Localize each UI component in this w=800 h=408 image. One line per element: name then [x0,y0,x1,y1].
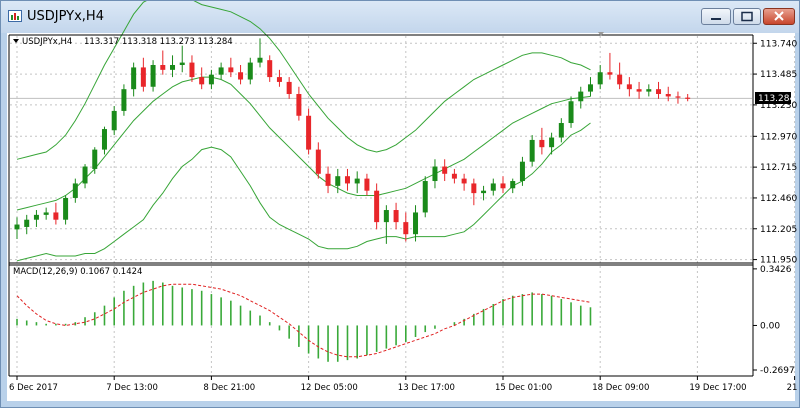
price-tick-label: 113.485 [760,70,797,80]
time-tick-label: 12 Dec 05:00 [301,383,358,393]
time-tick-label: 18 Dec 09:00 [592,383,649,393]
time-tick-label: 7 Dec 13:00 [106,383,158,393]
time-tick-label: 13 Dec 17:00 [398,383,455,393]
macd-tick-label: -0.2697 [760,366,795,376]
chart-symbol-label: USDJPYx,H4 [22,37,72,47]
time-tick-label: 15 Dec 01:00 [495,383,552,393]
price-tick-label: 113.740 [760,39,797,49]
ohlc-header: 113.317 113.318 113.273 113.284 [84,37,233,47]
chart-window: USDJPYx,H4 113.740 113.485 113.230 112.970 1… [0,0,800,408]
current-price-label: 113.284 [758,94,795,104]
price-tick-label: 112.205 [760,225,797,235]
time-tick-label: 19 Dec 17:00 [689,383,746,393]
time-tick-label: 21 Dec 01:00 [787,383,799,393]
time-tick-label: 6 Dec 2017 [9,383,58,393]
macd-tick-label: 0.00 [760,321,780,331]
chart-background [7,33,795,401]
macd-tick-label: 0.3426 [760,265,792,275]
price-tick-label: 112.460 [760,194,797,204]
current-price-marker: 113.284 [755,92,795,104]
chart-canvas: 113.740113.485113.230112.970112.715112.4… [7,1,799,401]
price-tick-label: 112.715 [760,163,797,173]
macd-label: MACD(12,26,9) 0.1067 0.1424 [13,267,142,277]
time-tick-label: 8 Dec 21:00 [203,383,255,393]
price-tick-label: 112.970 [760,132,797,142]
candle[interactable] [422,176,428,218]
